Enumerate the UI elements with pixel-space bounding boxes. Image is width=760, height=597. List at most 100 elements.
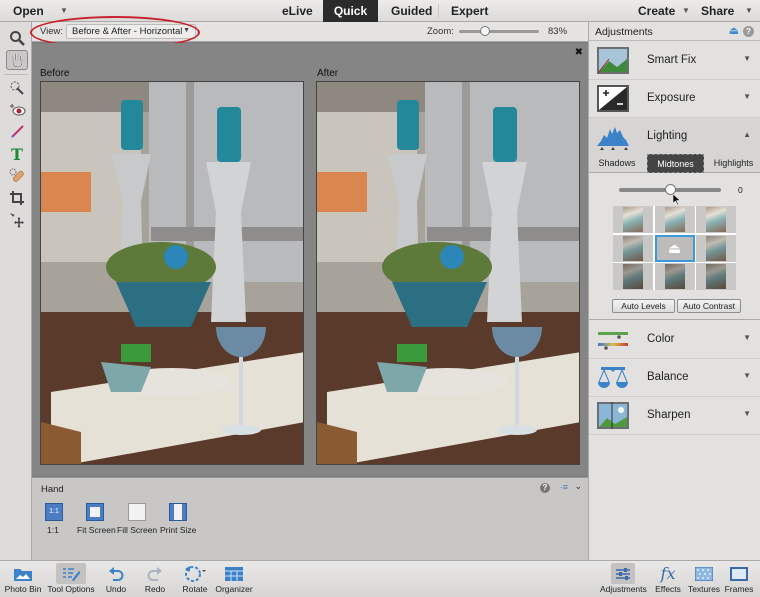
one-to-one-label: 1:1	[47, 525, 59, 535]
tool-options-panel: Hand ? ·≡ ⌄ 1:1 1:1 Fit Screen Fill Scre…	[32, 477, 588, 560]
variation-thumbnail[interactable]	[696, 206, 736, 233]
adjustment-sharpen[interactable]: Sharpen ▼	[589, 397, 760, 435]
mode-tab-guided[interactable]: Guided	[391, 0, 432, 22]
expand-arrow-icon[interactable]: ▼	[743, 409, 751, 418]
open-button[interactable]: Open	[13, 0, 44, 22]
variation-thumbnail[interactable]	[613, 206, 653, 233]
photo-bin-button[interactable]: Photo Bin	[4, 563, 42, 594]
variation-thumbnail[interactable]	[654, 206, 695, 233]
expand-arrow-icon[interactable]: ▼	[743, 54, 751, 63]
tool-options-button[interactable]: Tool Options	[46, 563, 96, 594]
adjustments-button[interactable]: Adjustments	[600, 563, 647, 594]
expand-arrow-icon[interactable]: ▼	[743, 333, 751, 342]
rotate-icon	[185, 565, 206, 582]
share-button[interactable]: Share	[701, 0, 734, 22]
adjustment-label: Color	[647, 333, 675, 345]
fill-screen-button[interactable]	[128, 503, 146, 521]
sliders-icon	[616, 567, 630, 580]
variation-thumbnail[interactable]: ⏏	[654, 234, 695, 262]
adjustment-smart-fix[interactable]: Smart Fix ▼	[589, 42, 760, 80]
spot-healing-tool[interactable]	[6, 166, 28, 186]
redo-icon	[147, 566, 162, 581]
one-to-one-button[interactable]: 1:1	[45, 503, 63, 521]
variation-thumbnail[interactable]	[696, 234, 736, 262]
undo-button[interactable]: Undo	[102, 563, 130, 594]
effects-label: Effects	[655, 584, 681, 594]
view-options-bar: View: Before & After - Horizontal ▼ Zoom…	[30, 16, 588, 49]
before-label: Before	[40, 68, 70, 79]
effects-button[interactable]: fx Effects	[654, 563, 682, 594]
fit-screen-button[interactable]	[86, 503, 104, 521]
textures-button[interactable]: Textures	[687, 563, 721, 594]
variation-thumbnail[interactable]	[613, 263, 653, 290]
adjustment-balance[interactable]: Balance ▼	[589, 359, 760, 397]
tab-shadows[interactable]: Shadows	[589, 154, 645, 173]
redo-label: Redo	[144, 584, 166, 594]
expand-arrow-icon[interactable]: ▼	[743, 92, 751, 101]
zoom-tool[interactable]	[6, 28, 28, 48]
mode-tab-elive[interactable]: eLive	[282, 0, 313, 22]
variation-thumbnail[interactable]	[654, 263, 695, 290]
print-size-icon	[174, 504, 182, 520]
adjustment-label: Sharpen	[647, 409, 691, 421]
close-icon[interactable]: ✖	[575, 47, 583, 58]
auto-levels-button[interactable]: Auto Levels	[612, 299, 675, 313]
rotate-button[interactable]: Rotate	[180, 563, 210, 594]
auto-contrast-button[interactable]: Auto Contrast	[677, 299, 741, 313]
undo-label: Undo	[105, 584, 127, 594]
panel-menu-icon[interactable]: ·≡	[560, 482, 568, 492]
crop-tool[interactable]	[6, 188, 28, 208]
reset-panel-icon[interactable]: ⏏	[729, 24, 739, 37]
expand-arrow-icon[interactable]: ▼	[743, 371, 751, 380]
zoom-slider[interactable]	[459, 26, 539, 36]
create-button[interactable]: Create	[638, 0, 675, 22]
mode-tab-expert[interactable]: Expert	[451, 0, 488, 22]
tab-highlights[interactable]: Highlights	[706, 154, 760, 173]
whiten-teeth-tool[interactable]	[6, 122, 28, 142]
textures-label: Textures	[687, 584, 721, 594]
adjustment-color[interactable]: Color ▼	[589, 321, 760, 359]
frames-label: Frames	[724, 584, 754, 594]
organizer-button[interactable]: Organizer	[214, 563, 254, 594]
zoom-value: 83%	[548, 26, 568, 37]
bottom-taskbar: Photo Bin Tool Options Undo Redo Rotate …	[0, 560, 760, 597]
thumbnail-image	[623, 235, 643, 261]
create-dropdown-icon[interactable]: ▼	[682, 0, 690, 22]
organizer-icon	[225, 566, 243, 581]
hand-tool[interactable]	[6, 50, 28, 70]
scales-icon	[598, 367, 628, 388]
thumbnail-image	[664, 264, 685, 289]
variation-thumbnail[interactable]	[613, 234, 653, 262]
help-icon[interactable]: ?	[743, 26, 754, 37]
red-eye-tool[interactable]	[6, 100, 28, 120]
quick-selection-tool[interactable]	[6, 78, 28, 98]
adjustment-exposure[interactable]: Exposure ▼	[589, 80, 760, 118]
variation-thumbnail[interactable]	[696, 263, 736, 290]
midtones-slider[interactable]	[619, 184, 721, 195]
adjustment-label: Balance	[647, 371, 689, 383]
zoom-slider-handle[interactable]	[480, 26, 491, 36]
organizer-label: Organizer	[215, 584, 253, 594]
help-icon[interactable]: ?	[540, 483, 550, 493]
histogram-icon	[597, 127, 629, 150]
mode-tab-quick[interactable]: Quick	[323, 0, 378, 22]
move-tool[interactable]	[6, 210, 28, 230]
quick-selection-icon	[10, 81, 24, 95]
print-size-button[interactable]	[169, 503, 187, 521]
collapse-chevron-icon[interactable]: ⌄	[574, 481, 582, 492]
midtones-value: 0	[738, 185, 743, 195]
type-tool[interactable]: T	[6, 144, 28, 164]
canvas-area: ✖ Before After	[32, 43, 588, 476]
adjustment-lighting[interactable]: Lighting ▲	[589, 118, 760, 156]
redo-button[interactable]: Redo	[141, 563, 169, 594]
bandage-icon	[9, 168, 24, 182]
print-size-label: Print Size	[160, 525, 197, 535]
tab-midtones[interactable]: Midtones	[647, 154, 704, 173]
frames-button[interactable]: Frames	[724, 563, 754, 594]
before-photo[interactable]	[40, 81, 304, 465]
after-photo[interactable]	[316, 81, 580, 465]
thumbnail-image	[706, 235, 726, 261]
collapse-arrow-icon[interactable]: ▲	[743, 130, 751, 139]
share-dropdown-icon[interactable]: ▼	[745, 0, 753, 22]
cursor-arrow-icon	[673, 194, 681, 205]
